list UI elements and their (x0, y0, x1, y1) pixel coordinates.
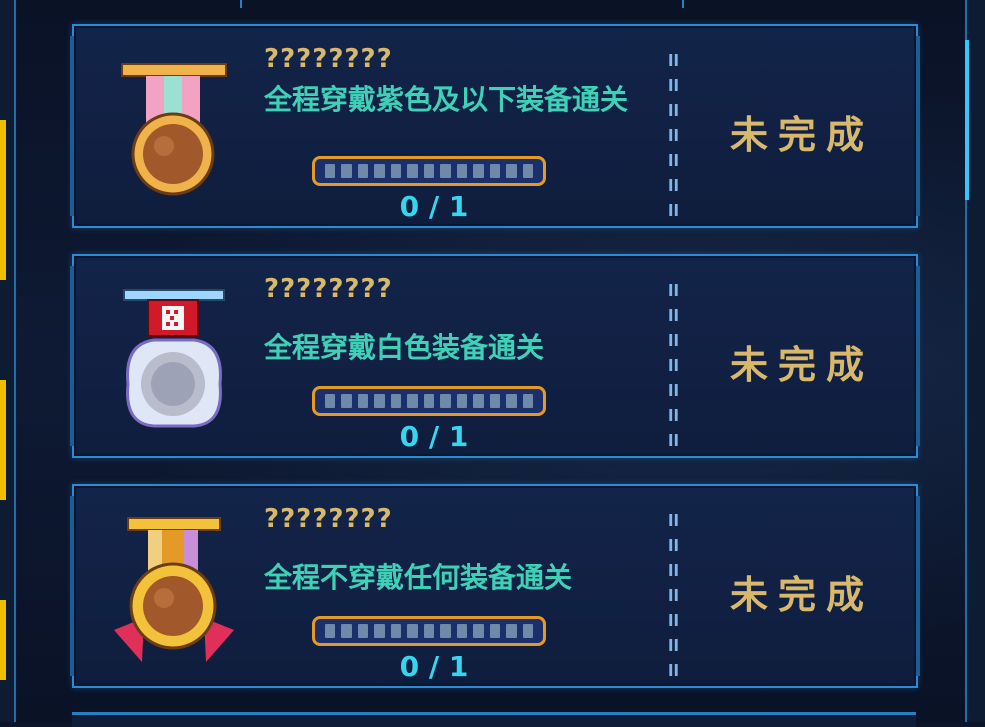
progress-bar (312, 156, 546, 186)
achievement-title: ???????? (264, 274, 393, 304)
dashed-divider: ll ll ll ll ll ll ll (668, 51, 679, 220)
status-label: 未完成 (730, 113, 875, 157)
progress-bar (312, 616, 546, 646)
progress-count: 0 / 1 (399, 190, 469, 223)
bronze-medal-icon (121, 63, 227, 196)
achievement-card[interactable]: ???????? 全程穿戴白色装备通关 0 / 1 ll ll ll ll ll ll ll… (70, 254, 920, 458)
silver-medal-icon (123, 289, 225, 428)
achievement-description: 全程穿戴紫色及以下装备通关 (264, 83, 629, 116)
status-label: 未完成 (730, 573, 875, 617)
left-frame-edge (0, 0, 16, 722)
achievement-card[interactable]: ???????? 全程穿戴紫色及以下装备通关 0 / 1 ll ll ll ll ll l… (70, 24, 920, 228)
dashed-divider: ll ll ll ll ll ll ll (668, 281, 679, 450)
achievement-description: 全程穿戴白色装备通关 (264, 331, 545, 364)
next-card-edge (72, 712, 916, 727)
gold-medal-icon (114, 517, 234, 662)
progress-count: 0 / 1 (399, 420, 469, 453)
previous-card-edge (240, 0, 684, 8)
progress-count: 0 / 1 (399, 650, 469, 683)
achievement-title: ???????? (264, 44, 393, 74)
progress-bar (312, 386, 546, 416)
scrollbar[interactable] (965, 0, 985, 722)
achievement-card[interactable]: ???????? 全程不穿戴任何装备通关 0 / 1 ll ll ll ll ll ll l… (70, 484, 920, 688)
status-label: 未完成 (730, 343, 875, 387)
dashed-divider: ll ll ll ll ll ll ll (668, 511, 679, 680)
achievement-title: ???????? (264, 504, 393, 534)
achievement-description: 全程不穿戴任何装备通关 (264, 561, 573, 594)
